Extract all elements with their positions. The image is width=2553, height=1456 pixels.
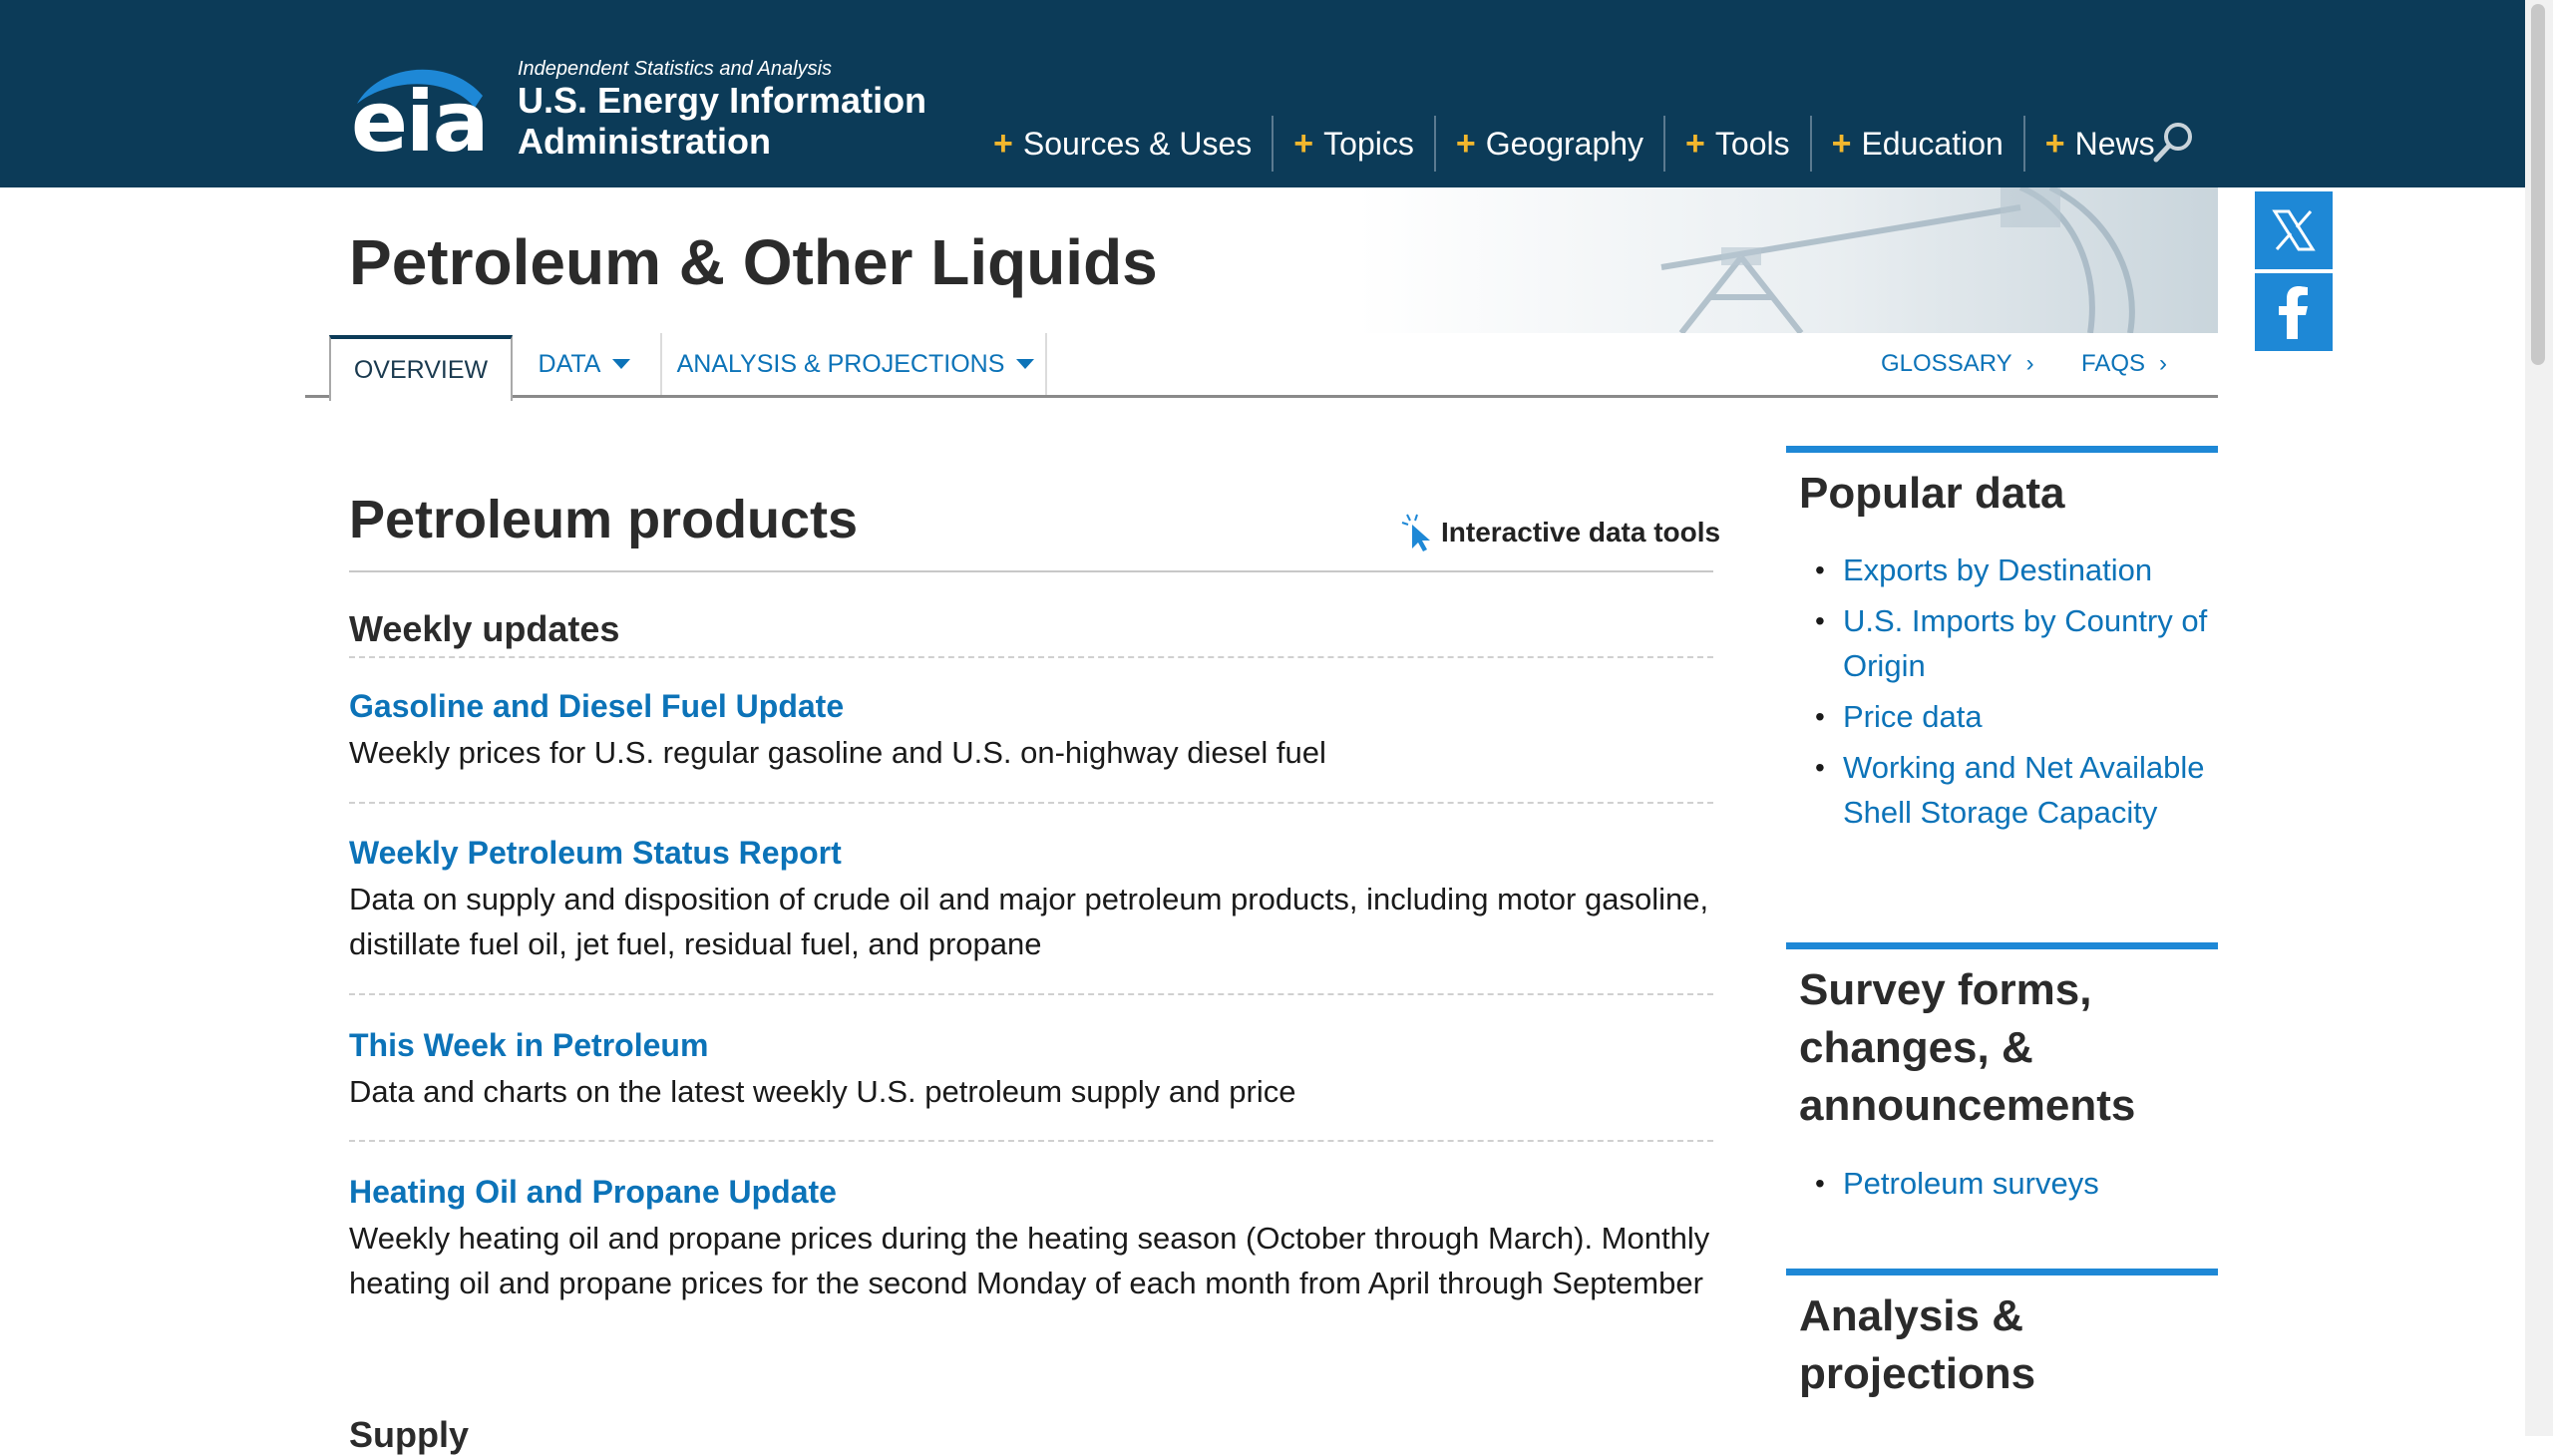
tab-label: ANALYSIS & PROJECTIONS [676,349,1005,378]
item-description: Data and charts on the latest weekly U.S… [349,1074,1296,1109]
main-nav: + Sources & Uses + Topics + Geography + … [987,116,2175,172]
interactive-tools-label: Interactive data tools [1441,517,1721,547]
sidebar-accent-bar [1786,1269,2218,1275]
caret-down-icon [612,359,631,369]
divider [349,802,1713,804]
divider [349,1140,1713,1142]
glossary-link[interactable]: GLOSSARY › [1881,333,2034,395]
caret-down-icon [1016,359,1035,369]
tagline: Independent Statistics and Analysis [518,58,833,80]
gasoline-diesel-update-link[interactable]: Gasoline and Diesel Fuel Update [349,688,844,725]
divider [349,656,1713,658]
divider [349,570,1713,572]
heating-oil-propane-update-link[interactable]: Heating Oil and Propane Update [349,1174,837,1211]
tab-analysis-projections[interactable]: ANALYSIS & PROJECTIONS [662,333,1049,395]
nav-item-tools[interactable]: + Tools [1663,116,1810,172]
divider [349,993,1713,995]
nav-label: News [2074,125,2155,162]
price-data-link[interactable]: Price data [1799,694,2218,739]
plus-icon: + [1831,124,1852,163]
facebook-share-button[interactable] [2255,273,2333,351]
faqs-link[interactable]: FAQS › [2081,333,2167,395]
cursor-click-icon [1401,514,1430,551]
plus-icon: + [993,124,1013,163]
chevron-right-icon: › [2025,350,2034,377]
plus-icon: + [1293,124,1314,163]
plus-icon: + [1455,124,1476,163]
tab-overview[interactable]: OVERVIEW [329,335,513,401]
x-share-button[interactable] [2255,191,2333,269]
item-description: Weekly prices for U.S. regular gasoline … [349,735,1326,770]
nav-label: Sources & Uses [1022,125,1253,162]
supply-heading: Supply [349,1414,470,1455]
agency-name[interactable]: U.S. Energy Information Administration [518,80,996,162]
nav-item-topics[interactable]: + Topics [1272,116,1434,172]
survey-forms-title: Survey forms, changes, & announcements [1799,965,2136,1130]
scrollbar-thumb[interactable] [2531,4,2545,365]
nav-label: Tools [1714,125,1790,162]
tab-label: OVERVIEW [353,355,489,384]
section-subnav: OVERVIEW DATA ANALYSIS & PROJECTIONS GLO… [305,333,2218,401]
nav-item-education[interactable]: + Education [1809,116,2023,172]
us-imports-by-country-link[interactable]: U.S. Imports by Country of Origin [1799,598,2218,688]
item-description: Weekly heating oil and propane prices du… [349,1221,1710,1300]
shell-storage-capacity-link[interactable]: Working and Net Available Shell Storage … [1799,745,2218,835]
faqs-label: FAQS [2081,350,2146,377]
item-description: Data on supply and disposition of crude … [349,882,1709,961]
x-icon [2272,209,2316,251]
analysis-projections-title: Analysis & projections [1799,1291,2036,1398]
nav-label: Topics [1323,125,1414,162]
interactive-data-tools-link[interactable]: Interactive data tools [1401,513,1720,552]
weekly-updates-heading: Weekly updates [349,608,620,649]
plus-icon: + [1685,124,1705,163]
tab-data[interactable]: DATA [511,333,658,395]
chevron-right-icon: › [2159,350,2168,377]
plus-icon: + [2044,124,2065,163]
nav-label: Education [1861,125,2004,162]
nav-item-geography[interactable]: + Geography [1433,116,1663,172]
this-week-in-petroleum-link[interactable]: This Week in Petroleum [349,1027,708,1064]
exports-by-destination-link[interactable]: Exports by Destination [1799,547,2218,592]
glossary-label: GLOSSARY [1881,350,2012,377]
tab-divider [1045,333,1047,395]
tab-label: DATA [538,349,601,378]
page-title: Petroleum & Other Liquids [349,226,1158,298]
weekly-petroleum-status-report-link[interactable]: Weekly Petroleum Status Report [349,835,842,872]
popular-data-list: Exports by Destination U.S. Imports by C… [1799,547,2218,841]
section-title: Petroleum products [349,490,859,549]
petroleum-surveys-link[interactable]: Petroleum surveys [1799,1161,2218,1206]
facebook-icon [2279,286,2308,339]
popular-data-title: Popular data [1799,469,2065,518]
nav-label: Geography [1485,125,1644,162]
survey-forms-list: Petroleum surveys [1799,1161,2218,1212]
nav-item-sources-uses[interactable]: + Sources & Uses [987,116,1272,172]
sidebar-accent-bar [1786,942,2218,949]
logo-text: eia [351,73,489,171]
search-icon[interactable] [2152,120,2196,164]
sidebar-accent-bar [1786,446,2218,453]
pumpjack-illustration-icon [1660,187,2135,333]
